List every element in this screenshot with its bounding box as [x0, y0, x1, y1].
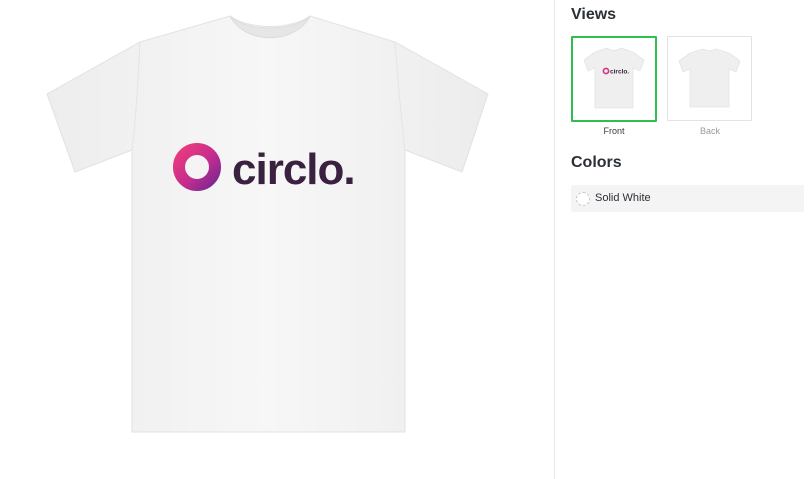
- brand-logo-text: circlo.: [232, 145, 355, 194]
- views-heading: Views: [571, 6, 617, 23]
- view-label-back: Back: [699, 126, 720, 136]
- options-panel: Views circlo. Front Back Colors Solid Wh…: [571, 0, 808, 479]
- panel-divider: [554, 0, 555, 479]
- view-thumbnail-front[interactable]: circlo.: [571, 36, 657, 122]
- color-swatch-icon: [576, 192, 590, 206]
- tshirt-body: [46, 15, 489, 433]
- color-option-solid-white[interactable]: Solid White: [571, 185, 804, 212]
- view-thumbnail-back[interactable]: [667, 36, 752, 121]
- product-preview: circlo.: [0, 0, 554, 479]
- colors-heading: Colors: [571, 154, 622, 171]
- tshirt-front-thumbnail-icon: circlo.: [583, 47, 645, 109]
- thumbnail-logo-text: circlo.: [610, 69, 629, 76]
- view-label-front: Front: [603, 126, 625, 136]
- tshirt-mockup: circlo.: [46, 15, 489, 433]
- color-option-label: Solid White: [595, 192, 651, 204]
- tshirt-back-thumbnail-icon: [678, 48, 741, 108]
